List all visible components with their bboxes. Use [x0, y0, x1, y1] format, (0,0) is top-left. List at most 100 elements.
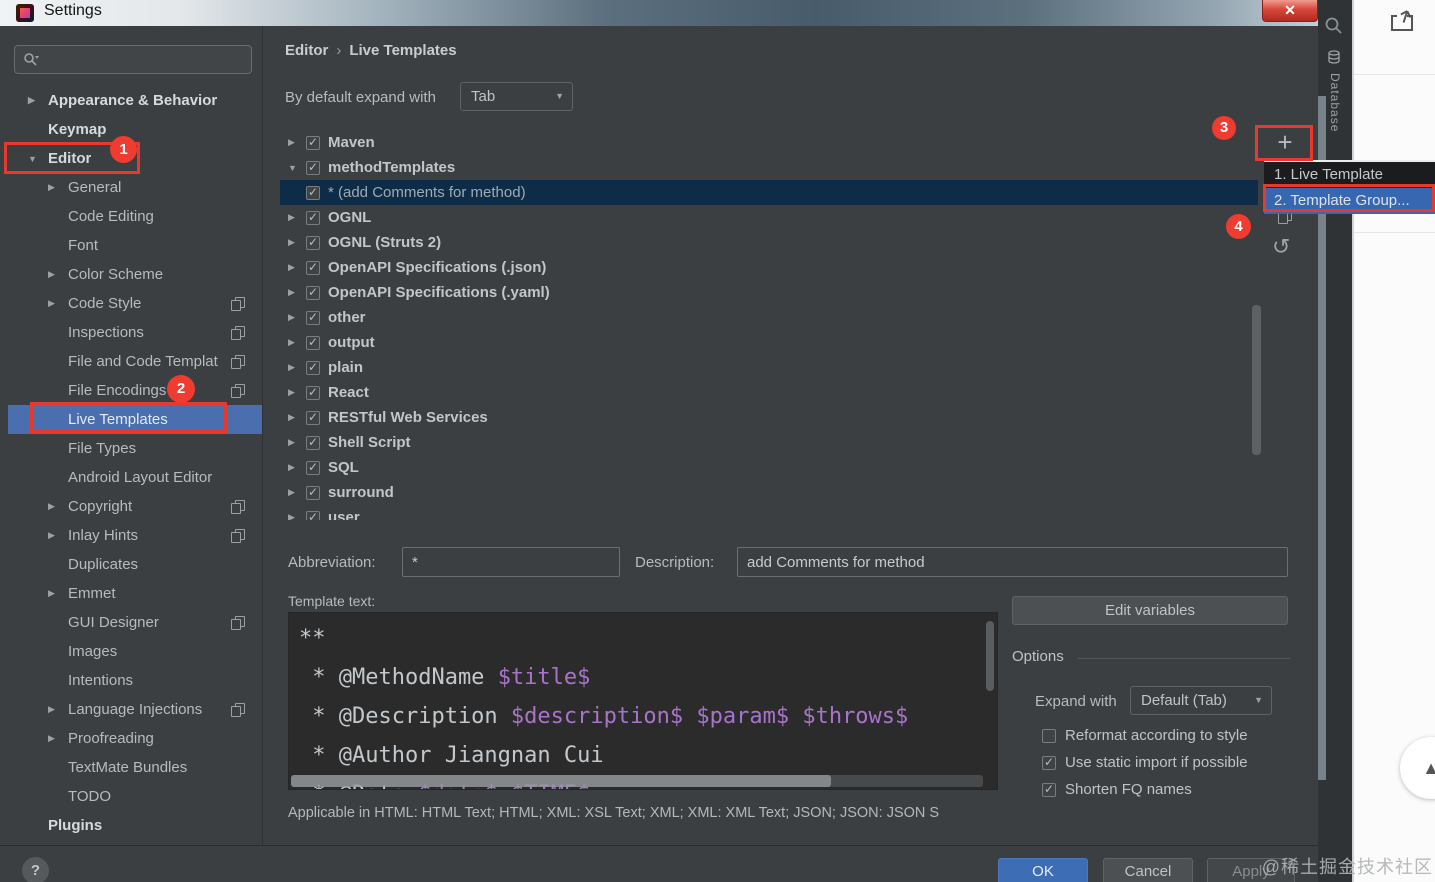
checkbox[interactable] [306, 310, 320, 325]
template-group-ognl[interactable]: ▶ OGNL [280, 205, 1258, 230]
editor-vertical-scrollbar[interactable] [986, 621, 994, 691]
sidebar-item-gui-designer[interactable]: GUI Designer [8, 608, 262, 637]
checkbox[interactable] [306, 210, 320, 225]
chevron-right-icon[interactable]: ▶ [48, 530, 68, 541]
template-group-plain[interactable]: ▶ plain [280, 355, 1258, 380]
editor-horizontal-scrollbar[interactable] [291, 775, 983, 787]
checkbox[interactable] [1042, 782, 1056, 797]
checkbox[interactable] [1042, 728, 1056, 743]
template-group-react[interactable]: ▶ React [280, 380, 1258, 405]
scrollbar-thumb[interactable] [291, 775, 831, 787]
description-field[interactable] [737, 547, 1288, 577]
sidebar-item-inspections[interactable]: Inspections [8, 318, 262, 347]
template-group-ognl-struts-2[interactable]: ▶ OGNL (Struts 2) [280, 230, 1258, 255]
chevron-down-icon[interactable]: ▼ [280, 163, 306, 173]
sidebar-item-language-injections[interactable]: ▶ Language Injections [8, 695, 262, 724]
chevron-right-icon[interactable]: ▶ [48, 501, 68, 512]
sidebar-item-appearance-behavior[interactable]: ▶ Appearance & Behavior [8, 86, 262, 115]
checkbox[interactable] [306, 435, 320, 450]
cancel-button[interactable]: Cancel [1103, 858, 1193, 882]
sidebar-item-emmet[interactable]: ▶ Emmet [8, 579, 262, 608]
option-shorten-fq-names[interactable]: Shorten FQ names [1042, 776, 1302, 803]
checkbox[interactable] [306, 335, 320, 350]
checkbox[interactable] [306, 385, 320, 400]
expand-with-dropdown[interactable]: Default (Tab) ▼ [1130, 686, 1272, 715]
chevron-right-icon[interactable]: ▶ [280, 362, 306, 373]
template-group-output[interactable]: ▶ output [280, 330, 1258, 355]
template-text-editor[interactable]: ** * @MethodName $title$ * @Description … [288, 612, 998, 790]
sidebar-item-file-and-code-templat[interactable]: File and Code Templat [8, 347, 262, 376]
template-group-restful-web-services[interactable]: ▶ RESTful Web Services [280, 405, 1258, 430]
checkbox[interactable] [306, 410, 320, 425]
sidebar-item-color-scheme[interactable]: ▶ Color Scheme [8, 260, 262, 289]
dialog-titlebar[interactable]: Settings ✕ [0, 0, 1318, 26]
sidebar-item-file-encodings[interactable]: File Encodings [8, 376, 262, 405]
chevron-right-icon[interactable]: ▶ [48, 269, 68, 280]
chevron-right-icon[interactable]: ▶ [48, 182, 68, 193]
sidebar-item-font[interactable]: Font [8, 231, 262, 260]
add-button[interactable]: + [1258, 126, 1312, 160]
checkbox[interactable] [306, 235, 320, 250]
checkbox[interactable] [306, 285, 320, 300]
help-button[interactable]: ? [22, 857, 49, 882]
template-group-surround[interactable]: ▶ surround [280, 480, 1258, 505]
template-group-other[interactable]: ▶ other [280, 305, 1258, 330]
checkbox[interactable] [306, 360, 320, 375]
sidebar-item-file-types[interactable]: File Types [8, 434, 262, 463]
restore-defaults-icon[interactable]: ↺ [1272, 234, 1290, 260]
checkbox[interactable] [306, 135, 320, 150]
option-reformat-according-to-style[interactable]: Reformat according to style [1042, 722, 1302, 749]
default-expand-with-dropdown[interactable]: Tab ▼ [460, 82, 573, 111]
popup-item-2-template-group[interactable]: 2. Template Group... [1264, 188, 1435, 214]
chevron-right-icon[interactable]: ▶ [48, 733, 68, 744]
sidebar-item-keymap[interactable]: Keymap [8, 115, 262, 144]
sidebar-item-textmate-bundles[interactable]: TextMate Bundles [8, 753, 262, 782]
sidebar-item-duplicates[interactable]: Duplicates [8, 550, 262, 579]
chevron-right-icon[interactable]: ▶ [280, 312, 306, 323]
close-button[interactable]: ✕ [1262, 0, 1318, 22]
chevron-right-icon[interactable]: ▶ [280, 462, 306, 473]
option-use-static-import-if-possible[interactable]: Use static import if possible [1042, 749, 1302, 776]
share-icon[interactable] [1388, 6, 1418, 34]
sidebar-item-code-style[interactable]: ▶ Code Style [8, 289, 262, 318]
edit-variables-button[interactable]: Edit variables [1012, 596, 1288, 625]
template-group-openapi-specifications-yaml[interactable]: ▶ OpenAPI Specifications (.yaml) [280, 280, 1258, 305]
sidebar-item-inlay-hints[interactable]: ▶ Inlay Hints [8, 521, 262, 550]
chevron-right-icon[interactable]: ▶ [280, 212, 306, 223]
template-group-shell-script[interactable]: ▶ Shell Script [280, 430, 1258, 455]
tree-scrollbar[interactable] [1252, 305, 1261, 455]
checkbox[interactable] [1042, 755, 1056, 770]
ok-button[interactable]: OK [998, 858, 1088, 882]
sidebar-item-images[interactable]: Images [8, 637, 262, 666]
sidebar-item-general[interactable]: ▶ General [8, 173, 262, 202]
template-group-user[interactable]: ▶ user [280, 505, 1258, 520]
sidebar-item-copyright[interactable]: ▶ Copyright [8, 492, 262, 521]
sidebar-item-editor[interactable]: ▼ Editor [8, 144, 262, 173]
chevron-right-icon[interactable]: ▶ [280, 512, 306, 520]
checkbox[interactable] [306, 160, 320, 175]
chevron-right-icon[interactable]: ▶ [280, 137, 306, 148]
chevron-down-icon[interactable]: ▼ [28, 154, 48, 164]
chevron-right-icon[interactable]: ▶ [280, 412, 306, 423]
sidebar-item-android-layout-editor[interactable]: Android Layout Editor [8, 463, 262, 492]
chevron-right-icon[interactable]: ▶ [28, 95, 48, 106]
sidebar-item-code-editing[interactable]: Code Editing [8, 202, 262, 231]
settings-search-input[interactable] [14, 45, 252, 74]
template-group-maven[interactable]: ▶ Maven [280, 130, 1258, 155]
template-group-methodtemplates[interactable]: ▼ methodTemplates [280, 155, 1258, 180]
chevron-right-icon[interactable]: ▶ [48, 704, 68, 715]
popup-item-1-live-template[interactable]: 1. Live Template [1264, 162, 1435, 188]
checkbox[interactable] [306, 460, 320, 475]
checkbox[interactable] [306, 485, 320, 500]
sidebar-item-todo[interactable]: TODO [8, 782, 262, 811]
checkbox[interactable] [306, 185, 320, 200]
chevron-right-icon[interactable]: ▶ [280, 337, 306, 348]
checkbox[interactable] [306, 510, 320, 520]
sidebar-item-live-templates[interactable]: Live Templates [8, 405, 262, 434]
sidebar-item-plugins[interactable]: Plugins [8, 811, 262, 840]
chevron-right-icon[interactable]: ▶ [280, 237, 306, 248]
chevron-right-icon[interactable]: ▶ [280, 387, 306, 398]
breadcrumb-editor[interactable]: Editor [285, 42, 328, 59]
checkbox[interactable] [306, 260, 320, 275]
chevron-right-icon[interactable]: ▶ [280, 287, 306, 298]
